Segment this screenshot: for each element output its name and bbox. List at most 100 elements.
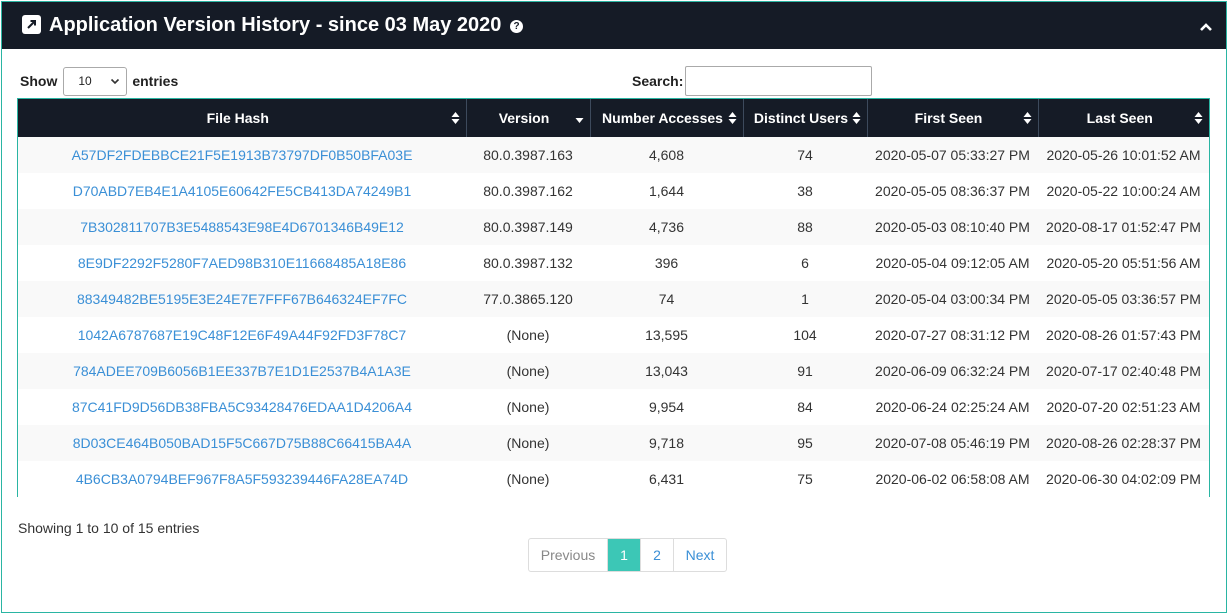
- version-cell: 80.0.3987.163: [466, 137, 590, 173]
- users-cell: 104: [743, 317, 867, 353]
- file-hash-link[interactable]: 1042A6787687E19C48F12E6F49A44F92FD3F78C7: [18, 317, 466, 353]
- users-cell: 74: [743, 137, 867, 173]
- sort-both-icon: [451, 112, 459, 124]
- column-header-version[interactable]: Version: [466, 99, 591, 137]
- search-control: Search:: [632, 66, 873, 96]
- first-seen-cell: 2020-06-24 02:25:24 AM: [867, 389, 1038, 425]
- table-header-row: File Hash Version Number Accesses Distin…: [18, 99, 1209, 137]
- table-row: A57DF2FDEBBCE21F5E1913B73797DF0B50BFA03E…: [18, 137, 1209, 173]
- last-seen-cell: 2020-05-05 03:36:57 PM: [1038, 281, 1209, 317]
- previous-page-button[interactable]: Previous: [529, 539, 608, 571]
- users-cell: 1: [743, 281, 867, 317]
- column-header-first-seen[interactable]: First Seen: [867, 99, 1039, 137]
- version-cell: (None): [466, 353, 590, 389]
- table-row: 87C41FD9D56DB38FBA5C93428476EDAA1D4206A4…: [18, 389, 1209, 425]
- entries-label: entries: [132, 73, 179, 89]
- column-header-distinct-users[interactable]: Distinct Users: [743, 99, 868, 137]
- file-hash-link[interactable]: 784ADEE709B6056B1EE337B7E1D1E2537B4A1A3E: [18, 353, 466, 389]
- version-cell: 77.0.3865.120: [466, 281, 590, 317]
- version-cell: 80.0.3987.149: [466, 209, 590, 245]
- sort-both-icon: [852, 112, 860, 124]
- table-row: 1042A6787687E19C48F12E6F49A44F92FD3F78C7…: [18, 317, 1209, 353]
- table-row: 88349482BE5195E3E24E7E7FFF67B646324EF7FC…: [18, 281, 1209, 317]
- version-cell: 80.0.3987.132: [466, 245, 590, 281]
- accesses-cell: 9,718: [590, 425, 743, 461]
- column-header-file-hash[interactable]: File Hash: [18, 99, 467, 137]
- accesses-cell: 396: [590, 245, 743, 281]
- next-page-button[interactable]: Next: [674, 539, 726, 571]
- version-cell: (None): [466, 461, 590, 497]
- table-row: 784ADEE709B6056B1EE337B7E1D1E2537B4A1A3E…: [18, 353, 1209, 389]
- sort-both-icon: [1023, 112, 1031, 124]
- column-header-number-accesses[interactable]: Number Accesses: [590, 99, 744, 137]
- panel-title: Application Version History - since 03 M…: [49, 14, 502, 36]
- sort-both-icon: [728, 112, 736, 124]
- accesses-cell: 6,431: [590, 461, 743, 497]
- table-row: 4B6CB3A0794BEF967F8A5F593239446FA28EA74D…: [18, 461, 1209, 497]
- show-label: Show: [20, 73, 58, 89]
- first-seen-cell: 2020-07-27 08:31:12 PM: [867, 317, 1038, 353]
- users-cell: 88: [743, 209, 867, 245]
- file-hash-link[interactable]: 87C41FD9D56DB38FBA5C93428476EDAA1D4206A4: [18, 389, 466, 425]
- file-hash-link[interactable]: D70ABD7EB4E1A4105E60642FE5CB413DA74249B1: [18, 173, 466, 209]
- first-seen-cell: 2020-05-05 08:36:37 PM: [867, 173, 1038, 209]
- file-hash-link[interactable]: 88349482BE5195E3E24E7E7FFF67B646324EF7FC: [18, 281, 466, 317]
- file-hash-link[interactable]: 8E9DF2292F5280F7AED98B310E11668485A18E86: [18, 245, 466, 281]
- first-seen-cell: 2020-07-08 05:46:19 PM: [867, 425, 1038, 461]
- sort-both-icon: [1194, 112, 1203, 124]
- users-cell: 75: [743, 461, 867, 497]
- page-1-button[interactable]: 1: [608, 539, 641, 571]
- column-label: Last Seen: [1086, 110, 1153, 126]
- last-seen-cell: 2020-08-17 01:52:47 PM: [1038, 209, 1209, 245]
- page-length-select[interactable]: 10: [63, 66, 128, 96]
- version-cell: (None): [466, 317, 590, 353]
- file-hash-link[interactable]: 4B6CB3A0794BEF967F8A5F593239446FA28EA74D: [18, 461, 466, 497]
- table-row: 7B302811707B3E5488543E98E4D6701346B49E12…: [18, 209, 1209, 245]
- version-cell: (None): [466, 389, 590, 425]
- collapse-chevron-icon[interactable]: [1198, 20, 1214, 32]
- table-row: D70ABD7EB4E1A4105E60642FE5CB413DA74249B1…: [18, 173, 1209, 209]
- column-label: Distinct Users: [753, 110, 849, 126]
- column-header-last-seen[interactable]: Last Seen: [1038, 99, 1209, 137]
- last-seen-cell: 2020-06-30 04:02:09 PM: [1038, 461, 1209, 497]
- version-table: File Hash Version Number Accesses Distin…: [18, 99, 1209, 497]
- accesses-cell: 74: [590, 281, 743, 317]
- version-cell: 80.0.3987.162: [466, 173, 590, 209]
- file-hash-link[interactable]: 8D03CE464B050BAD15F5C667D75B88C66415BA4A: [18, 425, 466, 461]
- last-seen-cell: 2020-05-26 10:01:52 AM: [1038, 137, 1209, 173]
- column-label: Version: [498, 110, 550, 126]
- last-seen-cell: 2020-05-20 05:51:56 AM: [1038, 245, 1209, 281]
- users-cell: 6: [743, 245, 867, 281]
- version-table-wrapper: File Hash Version Number Accesses Distin…: [17, 98, 1210, 497]
- last-seen-cell: 2020-07-20 02:51:23 AM: [1038, 389, 1209, 425]
- page-2-button[interactable]: 2: [641, 539, 674, 571]
- accesses-cell: 13,595: [590, 317, 743, 353]
- chevron-down-icon: [111, 78, 120, 84]
- first-seen-cell: 2020-05-03 08:10:40 PM: [867, 209, 1038, 245]
- column-label: File Hash: [206, 110, 269, 126]
- table-row: 8D03CE464B050BAD15F5C667D75B88C66415BA4A…: [18, 425, 1209, 461]
- help-icon[interactable]: ?: [510, 20, 523, 33]
- first-seen-cell: 2020-05-04 03:00:34 PM: [867, 281, 1038, 317]
- last-seen-cell: 2020-08-26 01:57:43 PM: [1038, 317, 1209, 353]
- file-hash-link[interactable]: 7B302811707B3E5488543E98E4D6701346B49E12: [18, 209, 466, 245]
- page-length-control: Show 10 entries: [20, 66, 178, 96]
- column-label: Number Accesses: [602, 110, 723, 126]
- last-seen-cell: 2020-07-17 02:40:48 PM: [1038, 353, 1209, 389]
- users-cell: 91: [743, 353, 867, 389]
- sort-desc-icon: [575, 118, 583, 123]
- version-cell: (None): [466, 425, 590, 461]
- first-seen-cell: 2020-05-04 09:12:05 AM: [867, 245, 1038, 281]
- first-seen-cell: 2020-06-09 06:32:24 PM: [867, 353, 1038, 389]
- users-cell: 38: [743, 173, 867, 209]
- search-input[interactable]: [685, 66, 873, 96]
- pagination: Previous 1 2 Next: [528, 538, 727, 572]
- search-label: Search:: [632, 73, 684, 89]
- page-length-value: 10: [78, 74, 92, 88]
- last-seen-cell: 2020-08-26 02:28:37 PM: [1038, 425, 1209, 461]
- accesses-cell: 4,736: [590, 209, 743, 245]
- first-seen-cell: 2020-06-02 06:58:08 AM: [867, 461, 1038, 497]
- file-hash-link[interactable]: A57DF2FDEBBCE21F5E1913B73797DF0B50BFA03E: [18, 137, 466, 173]
- accesses-cell: 9,954: [590, 389, 743, 425]
- users-cell: 84: [743, 389, 867, 425]
